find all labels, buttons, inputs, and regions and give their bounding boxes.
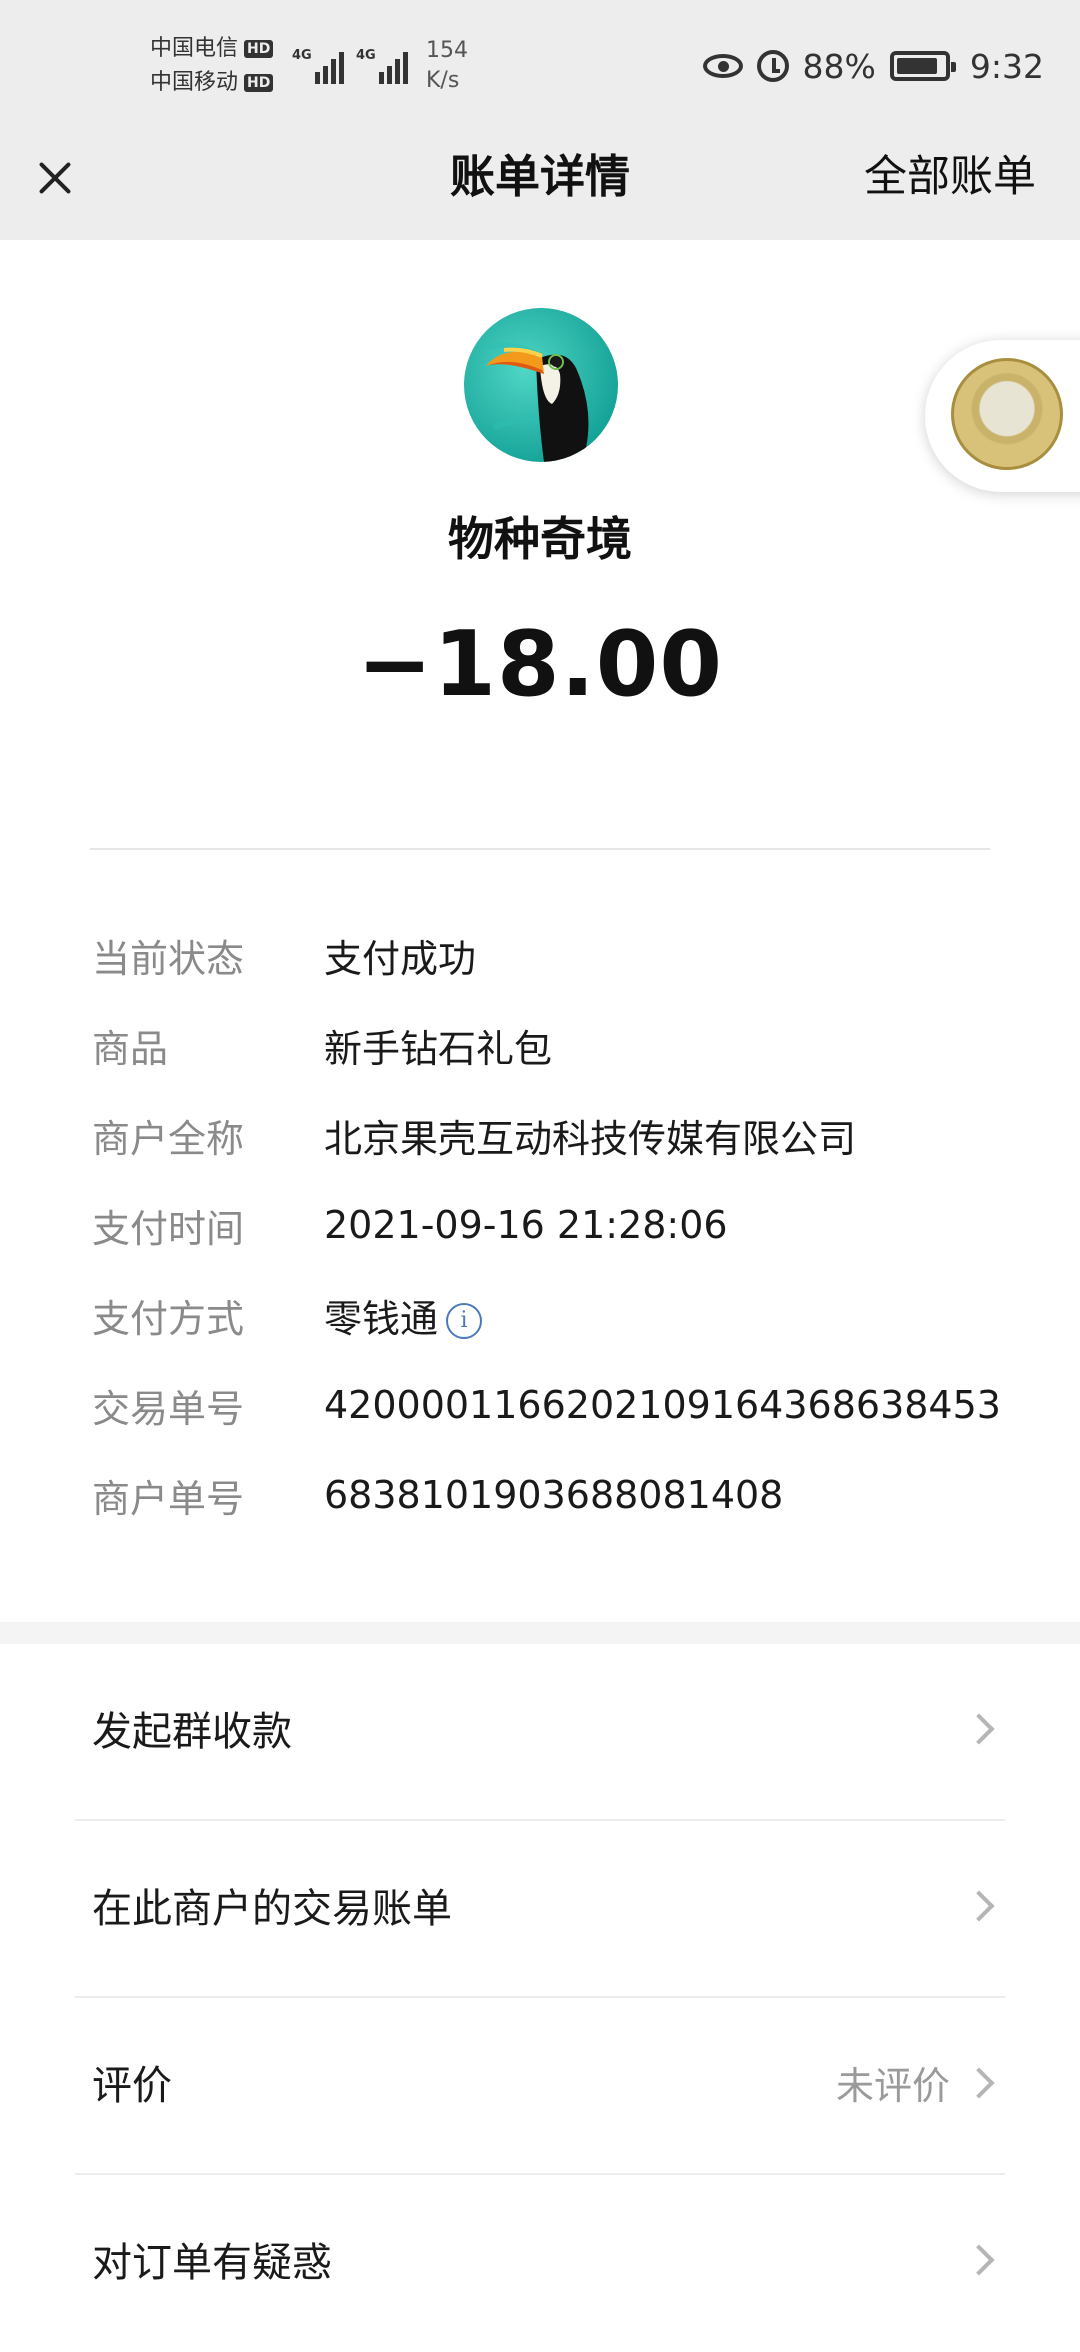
network-speed: 154 K/s xyxy=(426,36,468,96)
merchant-name: 物种奇境 xyxy=(448,512,632,566)
menu-item-order-question[interactable]: 对订单有疑惑 xyxy=(0,2175,1080,2352)
detail-value: 6838101903688081408 xyxy=(324,1473,784,1517)
signal-2-icon: 4G xyxy=(356,44,411,84)
coin-icon xyxy=(951,358,1063,470)
network-type-2: 4G xyxy=(356,48,376,63)
detail-value: 零钱通 i xyxy=(324,1288,483,1343)
detail-label: 商品 xyxy=(92,1026,169,1071)
network-speed-value: 154 xyxy=(426,38,468,63)
battery-percent: 88% xyxy=(802,46,876,86)
merchant-avatar xyxy=(464,308,618,462)
detail-row-transaction-id: 交易单号 4200001166202109164368638453 xyxy=(92,1360,1052,1450)
detail-row-payment-time: 支付时间 2021-09-16 21:28:06 xyxy=(92,1180,1052,1270)
detail-value: 北京果壳互动科技传媒有限公司 xyxy=(324,1116,857,1161)
menu-item-label: 在此商户的交易账单 xyxy=(92,1886,452,1932)
hd-badge: HD xyxy=(244,74,274,92)
alarm-icon xyxy=(756,50,789,82)
carrier-2: 中国移动 HD xyxy=(150,70,274,96)
all-bills-link[interactable]: 全部账单 xyxy=(864,145,1036,209)
detail-label: 交易单号 xyxy=(92,1386,245,1431)
menu-item-label: 发起群收款 xyxy=(92,1709,292,1755)
action-list: 发起群收款 在此商户的交易账单 评价 未评价 对订单有疑惑 xyxy=(0,1644,1080,2352)
review-status: 未评价 xyxy=(835,2064,950,2108)
menu-item-label: 评价 xyxy=(92,2063,172,2109)
detail-value: 新手钻石礼包 xyxy=(324,1026,553,1071)
network-speed-unit: K/s xyxy=(426,68,460,93)
nav-bar: 账单详情 全部账单 xyxy=(0,135,1080,240)
chevron-right-icon xyxy=(963,2067,995,2099)
toucan-icon xyxy=(464,308,618,462)
info-icon[interactable]: i xyxy=(446,1303,483,1339)
detail-label: 商户单号 xyxy=(92,1476,245,1521)
menu-item-review[interactable]: 评价 未评价 xyxy=(0,1998,1080,2175)
carrier-1-label: 中国电信 xyxy=(150,36,239,61)
detail-row-payment-method: 支付方式 零钱通 i xyxy=(92,1270,1052,1360)
status-bar: 中国电信 HD 中国移动 HD 4G 4G 154 K/s 88% 9:32 xyxy=(0,0,1080,135)
carrier-1: 中国电信 HD xyxy=(150,36,274,62)
detail-value: 支付成功 xyxy=(324,936,477,981)
carrier-2-label: 中国移动 xyxy=(150,70,239,95)
chevron-right-icon xyxy=(963,1890,995,1922)
floating-coin-button[interactable] xyxy=(925,340,1080,492)
menu-item-group-collection[interactable]: 发起群收款 xyxy=(0,1644,1080,1821)
detail-label: 支付时间 xyxy=(92,1206,245,1251)
bill-details: 当前状态 支付成功 商品 新手钻石礼包 商户全称 北京果壳互动科技传媒有限公司 … xyxy=(92,910,1052,1540)
status-right: 88% 9:32 xyxy=(702,44,1044,88)
eye-icon xyxy=(702,54,743,78)
hd-badge: HD xyxy=(244,40,274,58)
signal-1-icon: 4G xyxy=(292,44,347,84)
detail-row-merchant-order-id: 商户单号 6838101903688081408 xyxy=(92,1450,1052,1540)
battery-icon xyxy=(889,51,956,81)
detail-label: 商户全称 xyxy=(92,1116,245,1161)
chevron-right-icon xyxy=(963,2244,995,2276)
detail-row-status: 当前状态 支付成功 xyxy=(92,910,1052,1000)
menu-item-merchant-bills[interactable]: 在此商户的交易账单 xyxy=(0,1821,1080,1998)
payment-amount: −18.00 xyxy=(356,612,724,717)
close-icon[interactable] xyxy=(34,157,76,199)
detail-label: 支付方式 xyxy=(92,1296,245,1341)
clock: 9:32 xyxy=(969,46,1044,86)
chevron-right-icon xyxy=(963,1713,995,1745)
detail-value: 4200001166202109164368638453 xyxy=(324,1383,1001,1427)
section-gap xyxy=(0,1622,1080,1644)
menu-item-label: 对订单有疑惑 xyxy=(92,2240,332,2286)
payment-method-value: 零钱通 xyxy=(324,1296,439,1341)
network-type-1: 4G xyxy=(292,48,312,63)
detail-row-merchant-fullname: 商户全称 北京果壳互动科技传媒有限公司 xyxy=(92,1090,1052,1180)
divider xyxy=(90,848,990,850)
detail-label: 当前状态 xyxy=(92,936,245,981)
detail-value: 2021-09-16 21:28:06 xyxy=(324,1203,728,1247)
detail-row-product: 商品 新手钻石礼包 xyxy=(92,1000,1052,1090)
